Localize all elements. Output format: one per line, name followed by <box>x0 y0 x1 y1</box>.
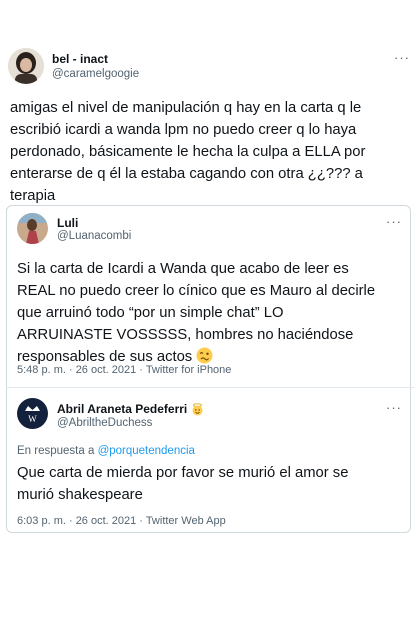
woozy-face-emoji-icon <box>196 347 213 364</box>
tweet-text: amigas el nivel de manipulación q hay en… <box>10 97 414 207</box>
author-name[interactable]: bel - inact <box>52 52 108 66</box>
quoted-text-line: REAL no puedo creer lo cínico que es Mau… <box>17 283 376 299</box>
angel-face-emoji-icon <box>192 403 203 416</box>
quoted-text-line: que arruinó todo “por un simple chat” LO <box>17 305 284 321</box>
tweet-text-line: terapia <box>10 188 56 204</box>
tweet-text-line: amigas el nivel de manipulación q hay en… <box>10 100 362 116</box>
reply-author-handle[interactable]: @AbriltheDuchess <box>57 417 152 429</box>
reply-more-options-icon[interactable]: ··· <box>386 400 402 415</box>
replying-to-link[interactable]: @porquetendencia <box>98 445 195 457</box>
quoted-text-line-end: responsables de sus actos <box>17 349 193 365</box>
reply-tweet-text: Que carta de mierda por favor se murió e… <box>17 462 407 506</box>
reply-text-line: murió shakespeare <box>17 487 143 503</box>
quoted-author-name[interactable]: Luli <box>57 216 78 230</box>
avatar-abril[interactable]: W <box>17 398 48 429</box>
tweet-text-line: perdonado, básicamente le hecha la culpa… <box>10 144 366 160</box>
replying-to: En respuesta a @porquetendencia <box>17 445 195 457</box>
quoted-tweet-text: Si la carta de Icardi a Wanda que acabo … <box>17 258 407 368</box>
thread-divider <box>6 387 414 388</box>
avatar-bel-image <box>8 48 44 84</box>
quoted-text-line: Si la carta de Icardi a Wanda que acabo … <box>17 261 349 277</box>
svg-text:W: W <box>28 414 37 424</box>
reply-text-line: Que carta de mierda por favor se murió e… <box>17 465 349 481</box>
avatar-luli-image <box>17 213 48 244</box>
quoted-author-handle[interactable]: @Luanacombi <box>57 230 131 242</box>
quoted-timestamp[interactable]: 5:48 p. m. · 26 oct. 2021 · Twitter for … <box>17 364 231 376</box>
more-options-icon[interactable]: ··· <box>394 50 410 65</box>
quoted-text-line: ARRUINASTE VOSSSSS, hombres no haciéndos… <box>17 327 354 343</box>
avatar-abril-image: W <box>17 398 48 429</box>
reply-author-name[interactable]: Abril Araneta Pedeferri <box>57 402 204 416</box>
avatar-bel[interactable] <box>8 48 44 84</box>
avatar-luli[interactable] <box>17 213 48 244</box>
reply-timestamp[interactable]: 6:03 p. m. · 26 oct. 2021 · Twitter Web … <box>17 515 226 527</box>
quoted-more-options-icon[interactable]: ··· <box>386 214 402 229</box>
tweet-text-line: escribió icardi a wanda lpm no puedo cre… <box>10 122 357 138</box>
tweet-text-line: enterarse de q él la estaba cagando con … <box>10 166 363 182</box>
replying-to-label: En respuesta a <box>17 445 95 457</box>
author-handle[interactable]: @caramelgoogie <box>52 68 139 80</box>
reply-author-name-text: Abril Araneta Pedeferri <box>57 402 188 416</box>
